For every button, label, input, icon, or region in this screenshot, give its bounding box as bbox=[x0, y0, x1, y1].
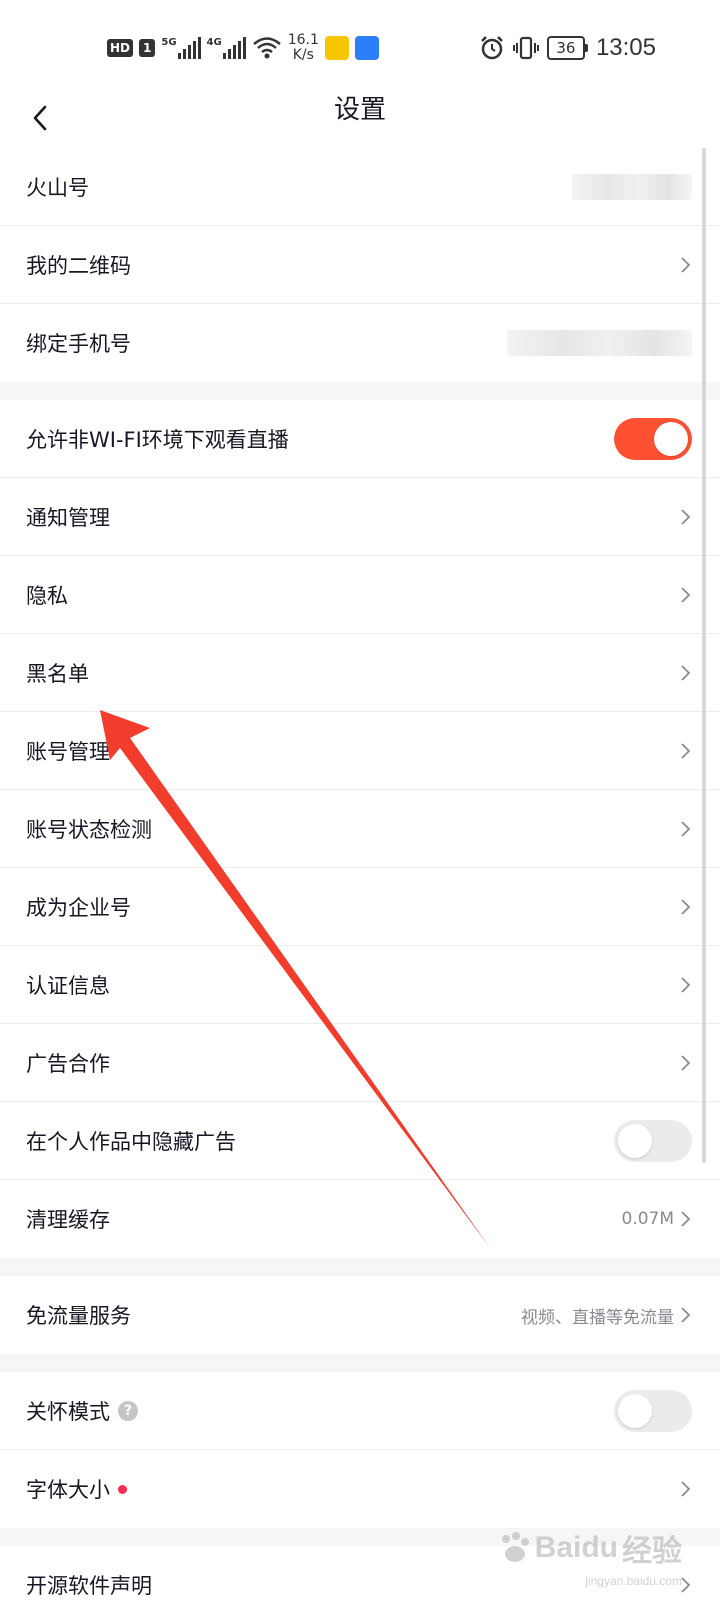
new-badge-dot bbox=[118, 1484, 127, 1494]
row-label: 我的二维码 bbox=[26, 253, 131, 278]
care-mode-toggle[interactable] bbox=[614, 1389, 692, 1432]
care-mode-label: 关怀模式 bbox=[26, 1399, 110, 1424]
section-separator bbox=[0, 1258, 720, 1276]
main-group: 允许非WI-FI环境下观看直播 通知管理 隐私 黑名单 账号管理 账号状态检测 … bbox=[0, 400, 720, 1258]
row-label: 火山号 bbox=[26, 175, 89, 200]
page-title: 设置 bbox=[333, 95, 386, 125]
chevron-right-icon bbox=[681, 742, 691, 759]
battery-level: 36 bbox=[546, 36, 585, 60]
row-account-management[interactable]: 账号管理 bbox=[0, 712, 720, 790]
alarm-icon bbox=[481, 36, 503, 60]
settings-list: 火山号 我的二维码 绑定手机号 允许非WI-FI环境下观看直播 通知管理 隐私 … bbox=[0, 148, 720, 1624]
chevron-right-icon bbox=[681, 976, 691, 993]
watermark-suffix: 经验 bbox=[622, 1535, 682, 1568]
row-huoshan-id[interactable]: 火山号 bbox=[0, 148, 720, 226]
help-question-icon[interactable]: ? bbox=[118, 1400, 138, 1421]
row-notifications[interactable]: 通知管理 bbox=[0, 478, 720, 556]
row-label: 账号状态检测 bbox=[26, 817, 152, 842]
cache-size-value: 0.07M bbox=[621, 1209, 674, 1229]
network-speed-unit: K/s bbox=[292, 47, 314, 63]
row-care-mode: 关怀模式 ? bbox=[0, 1372, 720, 1450]
hide-ads-toggle[interactable] bbox=[614, 1119, 692, 1162]
row-hide-ads: 在个人作品中隐藏广告 bbox=[0, 1102, 720, 1180]
clock: 13:05 bbox=[595, 34, 656, 61]
chevron-right-icon bbox=[681, 820, 691, 837]
row-blacklist[interactable]: 黑名单 bbox=[0, 634, 720, 712]
status-bar-right: 36 13:05 bbox=[479, 30, 656, 66]
section-separator bbox=[0, 382, 720, 400]
status-bar: HD 1 5G 4G 16.1 K/s 36 13:05 bbox=[0, 0, 720, 88]
watermark-brand: Baidu bbox=[534, 1531, 618, 1564]
network-speed-value: 16.1 bbox=[287, 32, 319, 48]
signal-4g-icon: 4G bbox=[207, 37, 246, 59]
net-label-5g: 5G bbox=[161, 37, 177, 48]
signal-5g-icon: 5G bbox=[161, 37, 201, 59]
section-separator bbox=[0, 1354, 720, 1372]
row-label: 清理缓存 bbox=[26, 1208, 110, 1232]
row-label: 广告合作 bbox=[26, 1051, 110, 1076]
display-group: 关怀模式 ? 字体大小 bbox=[0, 1372, 720, 1528]
chevron-right-icon bbox=[681, 1211, 691, 1227]
row-label: 黑名单 bbox=[26, 661, 89, 686]
row-free-data[interactable]: 免流量服务 视频、直播等免流量 bbox=[0, 1276, 720, 1354]
huoshan-id-value-redacted bbox=[572, 173, 692, 200]
row-label: 开源软件声明 bbox=[26, 1574, 152, 1598]
row-phone[interactable]: 绑定手机号 bbox=[0, 304, 720, 382]
row-label-wrap: 关怀模式 ? bbox=[26, 1396, 614, 1426]
vibrate-icon bbox=[512, 36, 539, 60]
wifi-icon bbox=[252, 37, 281, 59]
app-notification-icon-blue bbox=[354, 36, 379, 60]
network-speed: 16.1 K/s bbox=[288, 33, 319, 63]
chevron-right-icon bbox=[681, 1307, 691, 1323]
chevron-right-icon bbox=[681, 256, 691, 273]
row-account-status[interactable]: 账号状态检测 bbox=[0, 790, 720, 868]
battery-icon: 36 bbox=[546, 36, 588, 60]
row-privacy[interactable]: 隐私 bbox=[0, 556, 720, 634]
row-ad-cooperation[interactable]: 广告合作 bbox=[0, 1024, 720, 1102]
row-label: 绑定手机号 bbox=[26, 332, 131, 356]
row-label-wrap: 字体大小 bbox=[26, 1474, 680, 1504]
row-label: 成为企业号 bbox=[26, 895, 131, 920]
row-enterprise[interactable]: 成为企业号 bbox=[0, 868, 720, 946]
chevron-right-icon bbox=[681, 1054, 691, 1071]
chevron-right-icon bbox=[681, 1481, 691, 1497]
row-label: 隐私 bbox=[26, 583, 68, 608]
app-notification-icon-yellow bbox=[324, 36, 349, 60]
back-button[interactable] bbox=[18, 96, 62, 140]
row-font-size[interactable]: 字体大小 bbox=[0, 1450, 720, 1528]
row-label: 免流量服务 bbox=[26, 1304, 131, 1328]
chevron-right-icon bbox=[681, 508, 691, 525]
back-arrow-icon bbox=[33, 105, 47, 131]
row-label: 通知管理 bbox=[26, 505, 110, 530]
chevron-right-icon bbox=[681, 664, 691, 681]
phone-value-redacted bbox=[507, 330, 692, 356]
row-verification[interactable]: 认证信息 bbox=[0, 946, 720, 1024]
row-clear-cache[interactable]: 清理缓存 0.07M bbox=[0, 1180, 720, 1258]
font-size-label: 字体大小 bbox=[26, 1478, 110, 1502]
row-label: 账号管理 bbox=[26, 739, 110, 764]
account-group: 火山号 我的二维码 绑定手机号 bbox=[0, 148, 720, 382]
hd-badge: HD bbox=[107, 39, 134, 57]
wifi-live-toggle[interactable] bbox=[614, 417, 692, 460]
data-group: 免流量服务 视频、直播等免流量 bbox=[0, 1276, 720, 1354]
nav-bar: 设置 bbox=[0, 88, 720, 148]
paw-logo-icon bbox=[501, 1532, 529, 1562]
row-label: 在个人作品中隐藏广告 bbox=[26, 1129, 236, 1154]
watermark-site: jingyan.baidu.com bbox=[585, 1574, 682, 1588]
chevron-right-icon bbox=[681, 586, 691, 603]
net-label-4g: 4G bbox=[206, 37, 222, 48]
baidu-watermark: Baidu 经验 jingyan.baidu.com bbox=[497, 1526, 682, 1588]
row-label: 允许非WI-FI环境下观看直播 bbox=[26, 427, 289, 452]
scrollbar[interactable] bbox=[702, 148, 706, 1163]
sim-badge: 1 bbox=[139, 39, 156, 57]
row-wifi-live: 允许非WI-FI环境下观看直播 bbox=[0, 400, 720, 478]
chevron-right-icon bbox=[681, 898, 691, 915]
free-data-desc: 视频、直播等免流量 bbox=[521, 1307, 674, 1328]
status-bar-left: HD 1 5G 4G 16.1 K/s bbox=[107, 30, 379, 66]
row-label: 认证信息 bbox=[26, 973, 110, 998]
row-qr-code[interactable]: 我的二维码 bbox=[0, 226, 720, 304]
